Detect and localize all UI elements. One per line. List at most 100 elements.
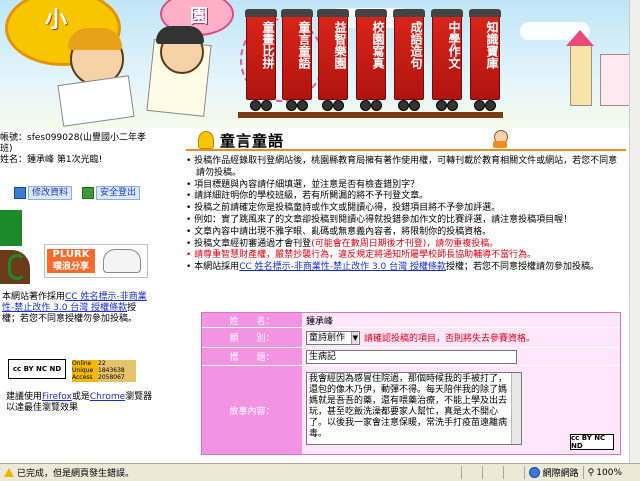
browser-status-bar: 已完成，但是網頁發生錯誤。 網際網路 ⚲ 100% (0, 463, 640, 481)
form-cc-badge-text: cc BY NC ND (571, 434, 606, 450)
submission-rules: • 投稿作品經錄取刊登網站後，桃園縣教育局擁有著作使用權，可轉刊載於教育相關文件… (186, 156, 618, 274)
nav-car-idioms[interactable]: 成語造句 (393, 9, 425, 111)
globe-icon (528, 467, 540, 478)
side-decoration (0, 210, 40, 285)
account-info: 帳號：sfes099028(山豐國小二年孝班) 姓名：鍾承峰 第1次光臨! (0, 133, 150, 166)
rule-item: • 本網站採用CC 姓名標示-非商業性-禁止改作 3.0 台灣 授權條款授權；若… (186, 262, 600, 273)
chrome-link[interactable]: Chrome (90, 392, 125, 402)
plurk-label: PLURK (52, 249, 90, 260)
edit-profile-label: 修改資料 (28, 186, 73, 200)
nav-car-essays[interactable]: 中學作文 (431, 9, 463, 111)
page-title: 童言童語 (220, 132, 285, 150)
title-label: 標 題： (202, 348, 302, 365)
rule-text: 投稿之前請確定你是投稿童詩或作文或閱讀心得，投錯項目將不予參加評選。 (194, 203, 501, 214)
title-decoration-icon (198, 131, 214, 149)
rule-item: • 投稿文章經初審通過才會刊登(可能會在數周日期後才刊登)，請勿重複投稿。 (186, 238, 499, 249)
nav-car-stories-label: 童言童語 (297, 21, 311, 69)
zoom-level[interactable]: 100% (596, 468, 622, 478)
browser-suffix: 瀏覽器 (125, 392, 153, 402)
nav-car-art[interactable]: 童畫比拼 (245, 9, 277, 111)
category-select[interactable]: 童詩創作 (306, 330, 361, 345)
content-label: 故事內容： (202, 366, 302, 454)
textarea-scrollbar[interactable] (511, 373, 521, 444)
browser-hint: 建議使用Firefox或是Chrome瀏覽器 以達最佳瀏覽效果 (6, 392, 156, 414)
access-label: Access (72, 374, 93, 381)
nav-car-art-label: 童畫比拼 (261, 21, 275, 69)
rule-text: 項目標題與內容請仔細填選，並注意是否有檢查錯別字？ (194, 179, 420, 190)
plurk-logo: PLURK 噗浪分享 (47, 249, 95, 273)
site-banner: 小 園 童畫比拼 童言童語 益智樂園 校園寫真 成語造句 中學作文 知識寶庫 (0, 0, 640, 128)
page-scrollbar[interactable] (629, 0, 640, 463)
rule-text-red: (可能會在數周日期後才刊登)，請勿重複投稿。 (311, 238, 499, 249)
nav-car-puzzle[interactable]: 益智樂園 (317, 9, 349, 111)
castle-illustration (560, 24, 640, 106)
plurk-mascot-icon (103, 249, 141, 273)
rule-item: • 文章內容中請出現不雅字眼、亂碼或無意義內容者，將限制你的投稿資格。 (186, 226, 492, 237)
logout-label: 安全登出 (96, 186, 141, 200)
plurk-share-button[interactable]: PLURK 噗浪分享 (44, 244, 148, 278)
online-value: 22 (98, 360, 106, 367)
browser-prefix: 建議使用 (6, 392, 43, 402)
category-hint: 請確認投稿的項目，否則將失去參賽資格。 (364, 334, 536, 344)
account-line: 帳號：sfes099028(山豐國小二年孝班) (0, 133, 146, 154)
nav-car-campus-label: 校園寫真 (371, 21, 385, 69)
online-label: Online (72, 360, 92, 367)
rule-item: • 投稿之前請確定你是投稿童詩或作文或閱讀心得，投錯項目將不予參加評選。 (186, 203, 501, 214)
nav-car-idioms-label: 成語造句 (409, 21, 423, 69)
left-license-prefix: 本網站著作採用 (2, 292, 66, 302)
logout-button[interactable]: 安全登出 (82, 186, 141, 200)
rule-item: • 投稿作品經錄取刊登網站後，桃園縣教育局擁有著作使用權，可轉刊載於教育相關文件… (186, 156, 618, 178)
rule-text: 授權；若您不同意授權請勿參加投稿。 (446, 262, 600, 273)
title-input[interactable]: 生病記 (306, 349, 517, 364)
browser-or: 或是 (71, 392, 90, 402)
zoom-icon[interactable]: ⚲ (588, 468, 595, 478)
rule-text: 例如：實了跳風來了的文章卻投稿到閱讀心得就投錯參加作文的比賽評選，請注意投稿項目… (194, 214, 573, 225)
rule-license-link[interactable]: CC 姓名標示-非商業性-禁止改作 3.0 台灣 授權條款 (239, 262, 446, 272)
form-cc-badge[interactable]: cc BY NC ND (570, 434, 614, 450)
name-line: 姓名：鍾承峰 第1次光臨! (0, 155, 103, 165)
content-text: 我會經因為感冒住院過，那個時候我的手被打了，還包的像木乃伊，動彈不得。每天陪伴我… (309, 374, 508, 439)
nav-car-knowledge[interactable]: 知識寶庫 (469, 9, 501, 111)
cc-license-badge[interactable]: cc BY NC ND (8, 359, 66, 379)
category-select-value: 童詩創作 (309, 332, 346, 343)
plurk-sub: 噗浪分享 (52, 262, 89, 272)
rule-text: 請詳細註明你的學校班級，若有所闕漏的將不予刊登文章。 (194, 191, 429, 202)
unique-label: Unique (72, 367, 94, 374)
title-divider (186, 149, 626, 151)
rule-text: 投稿作品經錄取刊登網站後，桃園縣教育局擁有著作使用權，可轉刊載於教育相關文件或網… (194, 156, 618, 178)
rule-item: • 項目標題與內容請仔細填選，並注意是否有檢查錯別字？ (186, 179, 420, 190)
category-label: 類 別： (202, 328, 302, 347)
nav-car-essays-label: 中學作文 (447, 21, 461, 69)
rule-text: 本網站採用 (194, 262, 240, 273)
content-textarea[interactable]: 我會經因為感冒住院過，那個時候我的手被打了，還包的像木乃伊，動彈不得。每天陪伴我… (306, 372, 522, 445)
rule-item: • 例如：實了跳風來了的文章卻投稿到閱讀心得就投錯參加作文的比賽評選，請注意投稿… (186, 214, 573, 225)
browser-line2: 以達最佳瀏覽效果 (6, 403, 79, 413)
logout-icon (82, 187, 94, 199)
edit-icon (14, 187, 26, 199)
mascot-icon (492, 130, 508, 148)
submission-form: 姓 名： 鍾承峰 類 別： 童詩創作 請確認投稿的項目，否則將失去參賽資格。 標… (201, 312, 621, 455)
left-license-text: 本網站著作採用CC 姓名標示-非商業性-禁止改作 3.0 台灣 授權條款授權；若… (2, 292, 148, 325)
status-text: 已完成，但是網頁發生錯誤。 (17, 469, 135, 479)
visitor-counter: Online Unique Access 22 1843638 2058067 (72, 360, 136, 382)
author-label: 姓 名： (202, 313, 302, 327)
nav-car-campus[interactable]: 校園寫真 (355, 9, 387, 111)
rule-item-warning: • 請尊重智慧財產權，嚴禁抄襲行為，違反規定將通知所屬學校師長協助輔導不當行為。 (186, 250, 537, 261)
rule-text: 投稿文章經初審通過才會刊登 (194, 238, 312, 249)
title-input-value: 生病記 (309, 351, 337, 362)
rule-text: 文章內容中請出現不雅字眼、亂碼或無意義內容者，將限制你的投稿資格。 (194, 226, 492, 237)
rule-text: 請尊重智慧財產權，嚴禁抄襲行為，違反規定將通知所屬學校師長協助輔導不當行為。 (194, 250, 537, 261)
nav-car-knowledge-label: 知識寶庫 (485, 21, 499, 69)
kids-illustration (57, 22, 230, 127)
nav-car-puzzle-label: 益智樂園 (333, 21, 347, 69)
warning-icon[interactable] (4, 468, 14, 477)
edit-profile-button[interactable]: 修改資料 (14, 186, 73, 200)
firefox-link[interactable]: Firefox (42, 392, 72, 402)
nav-car-stories[interactable]: 童言童語 (281, 9, 313, 111)
unique-value: 1843638 (98, 367, 125, 374)
author-value: 鍾承峰 (302, 313, 620, 327)
access-value: 2058067 (98, 374, 125, 381)
rule-item: • 請詳細註明你的學校班級，若有所闕漏的將不予刊登文章。 (186, 191, 429, 202)
cc-badge-text: cc BY NC ND (12, 365, 62, 373)
zone-text: 網際網路 (542, 469, 579, 479)
